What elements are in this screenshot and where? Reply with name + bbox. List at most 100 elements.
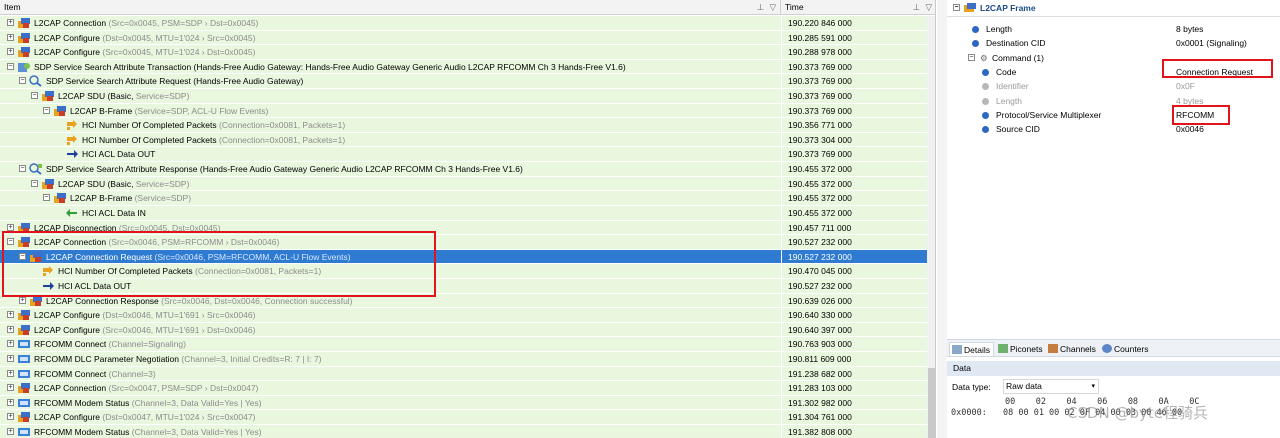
expand-icon[interactable]: + [7, 369, 14, 377]
expand-icon[interactable]: + [7, 325, 14, 333]
item-cell[interactable]: − L2CAP Connection Request (Src=0x0046, P… [0, 249, 781, 265]
expand-icon[interactable]: + [7, 398, 14, 406]
item-cell[interactable]: + L2CAP Configure (Dst=0x0047, MTU=1'024 … [0, 410, 781, 426]
tab-counters[interactable]: Counters [1100, 342, 1152, 356]
item-cell[interactable]: HCI ACL Data OUT [0, 147, 781, 163]
tab-piconets[interactable]: Piconets [996, 342, 1044, 356]
table-row[interactable]: + L2CAP Configure (Dst=0x0046, MTU=1'691 … [0, 308, 935, 323]
filter-icon[interactable]: ▽ [925, 0, 932, 14]
tab-channels[interactable]: Channels [1046, 342, 1098, 356]
item-cell[interactable]: − L2CAP B-Frame (Service=SDP) [0, 191, 781, 206]
collapse-icon[interactable]: − [953, 4, 960, 11]
collapse-icon[interactable]: − [31, 179, 38, 187]
item-cell[interactable]: + RFCOMM Connect (Channel=3) [0, 366, 781, 382]
table-row[interactable]: HCI Number Of Completed Packets (Connect… [0, 132, 935, 148]
table-row[interactable]: + L2CAP Disconnection (Src=0x0045, Dst=0x… [0, 220, 935, 236]
table-row[interactable]: + L2CAP Configure (Src=0x0046, MTU=1'691 … [0, 322, 935, 338]
item-cell[interactable]: HCI Number Of Completed Packets (Connect… [0, 132, 781, 148]
table-row[interactable]: − SDP Service Search Attribute Transactio… [0, 59, 935, 75]
item-cell[interactable]: + L2CAP Connection (Src=0x0047, PSM=SDP ›… [0, 381, 781, 396]
item-cell[interactable]: − L2CAP Connection (Src=0x0046, PSM=RFCOM… [0, 235, 781, 250]
expand-icon[interactable]: + [7, 340, 14, 348]
table-row[interactable]: + L2CAP Configure (Dst=0x0045, MTU=1'024 … [0, 30, 935, 46]
table-row[interactable]: − L2CAP SDU (Basic, Service=SDP) 190.373 7… [0, 89, 935, 104]
item-cell[interactable]: − SDP Service Search Attribute Transactio… [0, 59, 781, 75]
expand-icon[interactable]: + [7, 33, 14, 41]
item-cell[interactable]: + L2CAP Configure (Dst=0x0045, MTU=1'024 … [0, 30, 781, 46]
splitter[interactable] [937, 0, 947, 438]
item-cell[interactable]: + L2CAP Configure (Src=0x0045, MTU=1'024 … [0, 45, 781, 60]
collapse-icon[interactable]: − [19, 165, 26, 173]
expand-icon[interactable]: + [7, 428, 14, 436]
pin-icon[interactable]: ⊥ [757, 0, 764, 14]
table-row[interactable]: HCI ACL Data IN 190.455 372 000 [0, 205, 935, 221]
column-header-time[interactable]: Time ⊥ ▽ [781, 0, 935, 15]
item-cell[interactable]: − SDP Service Search Attribute Response (… [0, 162, 781, 177]
column-header-item[interactable]: Item ⊥ ▽ [0, 0, 781, 15]
table-row[interactable]: + L2CAP Connection (Src=0x0045, PSM=SDP ›… [0, 16, 935, 31]
item-cell[interactable]: HCI Number Of Completed Packets (Connect… [0, 118, 781, 133]
expand-icon[interactable]: + [7, 355, 14, 363]
item-cell[interactable]: + L2CAP Connection Response (Src=0x0046, … [0, 293, 781, 309]
item-cell[interactable]: − L2CAP B-Frame (Service=SDP, ACL-U Flow … [0, 103, 781, 119]
table-row[interactable]: − L2CAP SDU (Basic, Service=SDP) 190.455 3… [0, 176, 935, 192]
expand-icon[interactable]: + [7, 19, 14, 26]
table-row[interactable]: HCI ACL Data OUT 190.373 769 000 [0, 147, 935, 163]
item-cell[interactable]: + L2CAP Configure (Dst=0x0046, MTU=1'691 … [0, 308, 781, 323]
table-row[interactable]: − L2CAP B-Frame (Service=SDP, ACL-U Flow … [0, 103, 935, 119]
item-cell[interactable]: HCI Number Of Completed Packets (Connect… [0, 264, 781, 279]
table-row[interactable]: + L2CAP Configure (Dst=0x0047, MTU=1'024 … [0, 410, 935, 426]
item-cell[interactable]: − L2CAP SDU (Basic, Service=SDP) [0, 89, 781, 104]
expand-icon[interactable]: + [7, 223, 14, 231]
table-row[interactable]: HCI Number Of Completed Packets (Connect… [0, 118, 935, 133]
search-request-icon [29, 75, 43, 88]
collapse-icon[interactable]: − [43, 194, 50, 202]
table-row[interactable]: + L2CAP Configure (Src=0x0045, MTU=1'024 … [0, 45, 935, 60]
collapse-icon[interactable]: − [7, 62, 14, 70]
table-row[interactable]: − SDP Service Search Attribute Request (H… [0, 74, 935, 90]
table-row[interactable]: + RFCOMM Connect (Channel=3) 191.238 682 0… [0, 366, 935, 382]
table-row[interactable]: HCI Number Of Completed Packets (Connect… [0, 264, 935, 279]
row-name: SDP Service Search Attribute Request (Ha… [46, 76, 304, 87]
item-cell[interactable]: HCI ACL Data IN [0, 205, 781, 221]
scrollbar-thumb[interactable] [928, 368, 935, 438]
table-row[interactable]: + RFCOMM Connect (Channel=Signaling) 190.7… [0, 337, 935, 353]
item-cell[interactable]: + RFCOMM Connect (Channel=Signaling) [0, 337, 781, 353]
item-cell[interactable]: + RFCOMM Modem Status (Channel=3, Data Va… [0, 395, 781, 411]
tab-details[interactable]: Details [949, 342, 994, 356]
table-row[interactable]: − L2CAP Connection Request (Src=0x0046, P… [0, 249, 935, 265]
item-cell[interactable]: + RFCOMM DLC Parameter Negotiation (Chann… [0, 352, 781, 367]
table-row[interactable]: − SDP Service Search Attribute Response (… [0, 162, 935, 177]
table-row[interactable]: HCI ACL Data OUT 190.527 232 000 [0, 278, 935, 294]
table-row[interactable]: + RFCOMM DLC Parameter Negotiation (Chann… [0, 352, 935, 367]
l2cap-icon [29, 295, 43, 307]
item-cell[interactable]: + RFCOMM Modem Status (Channel=3, Data Va… [0, 425, 781, 438]
item-cell[interactable]: HCI ACL Data OUT [0, 278, 781, 294]
item-cell[interactable]: + L2CAP Configure (Src=0x0046, MTU=1'691 … [0, 322, 781, 338]
expand-icon[interactable]: + [7, 384, 14, 392]
item-cell[interactable]: − SDP Service Search Attribute Request (H… [0, 74, 781, 90]
expand-icon[interactable]: + [7, 311, 14, 319]
item-cell[interactable]: + L2CAP Disconnection (Src=0x0045, Dst=0x… [0, 220, 781, 236]
table-row[interactable]: + L2CAP Connection (Src=0x0047, PSM=SDP ›… [0, 381, 935, 396]
vertical-scrollbar[interactable] [927, 16, 935, 438]
pin-icon[interactable]: ⊥ [913, 0, 920, 14]
table-row[interactable]: + RFCOMM Modem Status (Channel=3, Data Va… [0, 395, 935, 411]
collapse-icon[interactable]: − [31, 92, 38, 100]
table-row[interactable]: − L2CAP Connection (Src=0x0046, PSM=RFCOM… [0, 235, 935, 250]
expand-icon[interactable]: + [19, 296, 26, 304]
collapse-icon[interactable]: − [43, 106, 50, 114]
collapse-icon[interactable]: − [19, 252, 26, 260]
expand-icon[interactable]: + [7, 48, 14, 56]
collapse-icon[interactable]: − [968, 53, 975, 61]
filter-icon[interactable]: ▽ [769, 0, 776, 14]
data-type-select[interactable]: Raw data ▾ [1003, 379, 1099, 394]
table-row[interactable]: + RFCOMM Modem Status (Channel=3, Data Va… [0, 425, 935, 438]
expand-icon[interactable]: + [7, 413, 14, 421]
collapse-icon[interactable]: − [7, 238, 14, 246]
item-cell[interactable]: − L2CAP SDU (Basic, Service=SDP) [0, 176, 781, 192]
collapse-icon[interactable]: − [19, 77, 26, 85]
item-cell[interactable]: + L2CAP Connection (Src=0x0045, PSM=SDP ›… [0, 16, 781, 31]
table-row[interactable]: + L2CAP Connection Response (Src=0x0046, … [0, 293, 935, 309]
table-row[interactable]: − L2CAP B-Frame (Service=SDP) 190.455 372 … [0, 191, 935, 206]
